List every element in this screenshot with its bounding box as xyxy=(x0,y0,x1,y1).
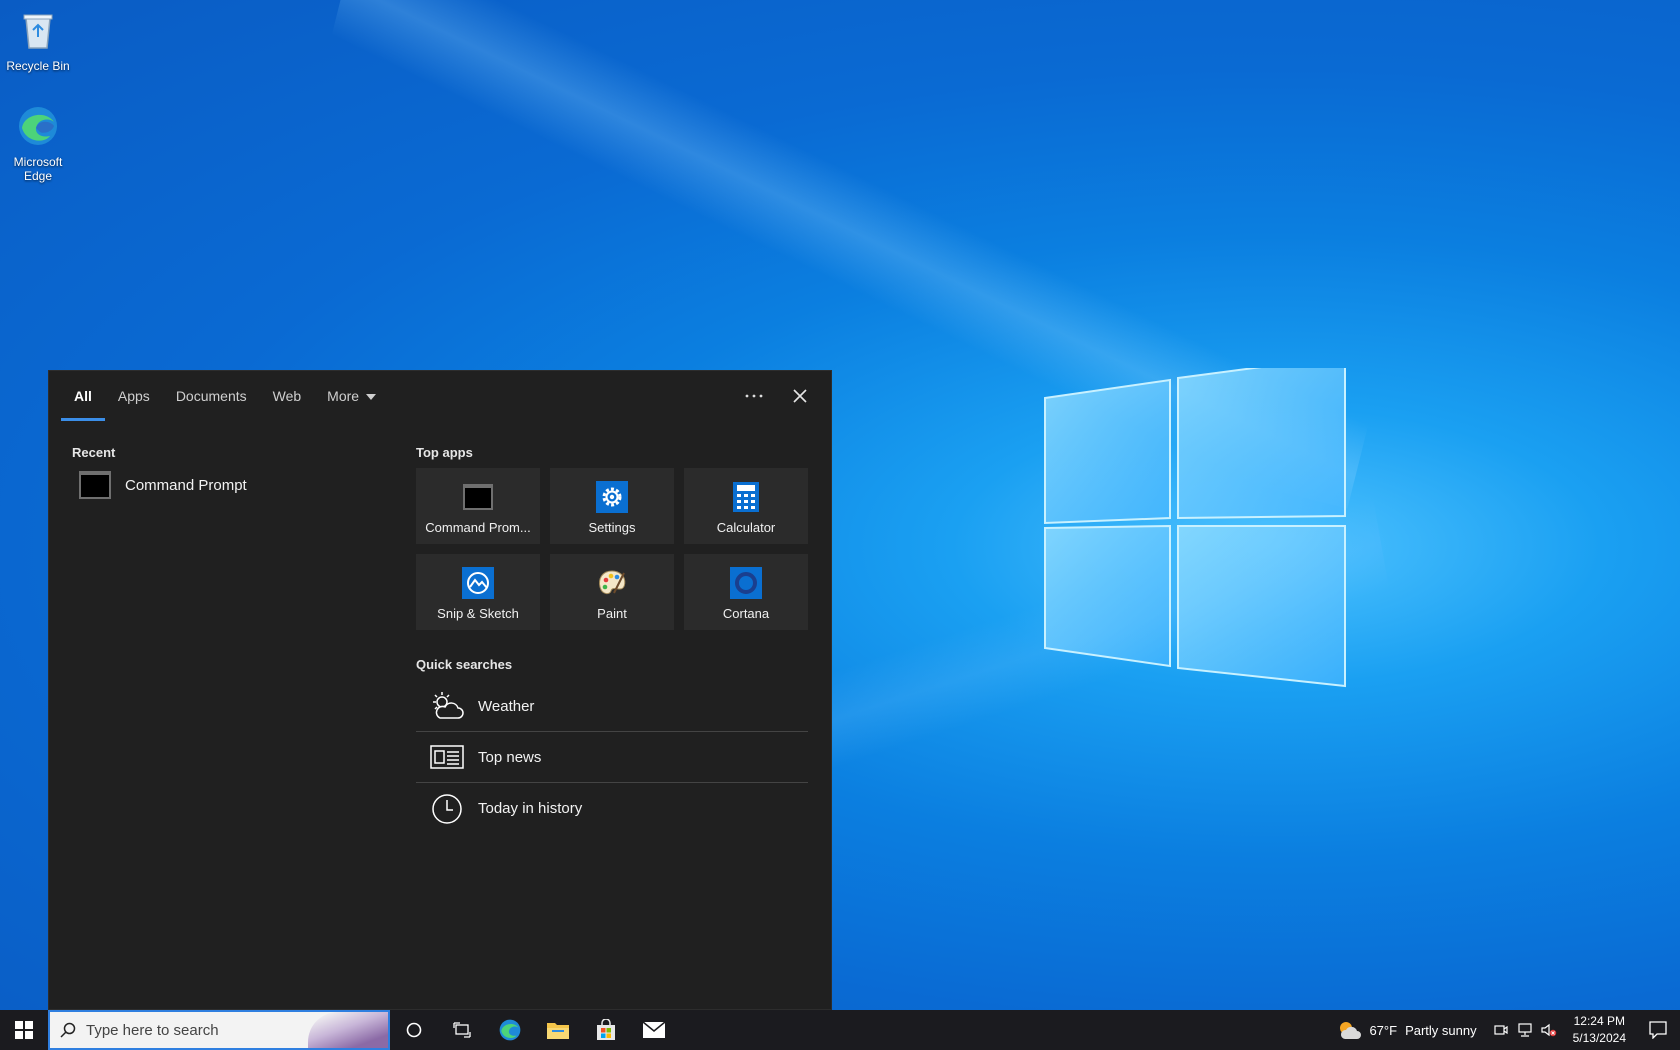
task-view-icon xyxy=(453,1022,471,1038)
weather-cloud-sun-icon xyxy=(433,692,464,719)
windows-logo-wallpaper xyxy=(1044,368,1346,688)
tab-documents[interactable]: Documents xyxy=(163,385,260,421)
close-button[interactable] xyxy=(789,385,811,407)
quick-search-label: Top news xyxy=(478,748,542,766)
cortana-icon xyxy=(730,567,762,599)
quick-search-today-in-history[interactable]: Today in history xyxy=(416,783,808,834)
taskbar-clock[interactable]: 12:24 PM 5/13/2024 xyxy=(1563,1013,1636,1047)
gear-icon xyxy=(596,481,628,513)
quick-searches-list: Weather Top news Today in history xyxy=(416,681,808,834)
tile-label: Snip & Sketch xyxy=(437,606,519,621)
more-options-button[interactable] xyxy=(743,385,765,407)
tab-web[interactable]: Web xyxy=(260,385,315,421)
microsoft-store-icon xyxy=(597,1019,615,1040)
top-app-calculator[interactable]: Calculator xyxy=(684,468,808,544)
search-panel: All Apps Documents Web More Recent Comma… xyxy=(48,370,832,1010)
desktop-icon-label: Recycle Bin xyxy=(6,59,70,73)
recycle-bin-icon xyxy=(23,14,53,49)
cortana-circle-icon xyxy=(406,1022,422,1038)
top-app-command-prompt[interactable]: Command Prom... xyxy=(416,468,540,544)
panel-actions xyxy=(743,385,811,407)
tab-label: More xyxy=(327,388,360,404)
clock-time: 12:24 PM xyxy=(1573,1014,1625,1028)
edge-icon xyxy=(19,107,57,145)
top-app-cortana[interactable]: Cortana xyxy=(684,554,808,630)
tile-label: Cortana xyxy=(722,606,770,621)
taskbar-edge-button[interactable] xyxy=(486,1010,534,1050)
tab-label: Documents xyxy=(175,388,247,404)
tab-label: Web xyxy=(272,388,302,404)
taskbar-store-button[interactable] xyxy=(582,1010,630,1050)
search-highlight-art xyxy=(308,1012,388,1048)
top-apps-grid: Command Prom... Settings Calculator Snip… xyxy=(416,468,808,630)
tray-icons xyxy=(1487,1022,1563,1038)
action-center-button[interactable] xyxy=(1636,1010,1680,1050)
network-icon[interactable] xyxy=(1517,1022,1533,1038)
volume-muted-icon[interactable] xyxy=(1541,1022,1557,1038)
quick-search-weather[interactable]: Weather xyxy=(416,681,808,732)
windows-start-icon xyxy=(15,1021,33,1039)
search-input[interactable] xyxy=(86,1021,306,1039)
system-tray: 67°F Partly sunny 12:24 PM 5/13/2024 xyxy=(1327,1010,1680,1050)
taskbar-file-explorer-button[interactable] xyxy=(534,1010,582,1050)
close-icon xyxy=(793,389,807,403)
weather-condition: Partly sunny xyxy=(1405,1022,1477,1038)
newspaper-icon xyxy=(430,745,464,769)
paint-palette-icon xyxy=(599,570,626,595)
mail-icon xyxy=(642,1021,666,1038)
tab-label: Apps xyxy=(117,388,150,404)
tab-all[interactable]: All xyxy=(61,385,105,421)
tile-label: Calculator xyxy=(716,520,776,535)
desktop-icon-label: Microsoft Edge xyxy=(13,155,63,183)
weather-widget[interactable]: 67°F Partly sunny xyxy=(1327,1020,1486,1040)
tile-label: Command Prom... xyxy=(425,520,531,535)
quick-search-label: Weather xyxy=(478,697,535,715)
meet-now-icon[interactable] xyxy=(1493,1022,1509,1038)
partly-sunny-icon xyxy=(1340,1022,1362,1039)
quick-search-top-news[interactable]: Top news xyxy=(416,732,808,783)
tile-label: Paint xyxy=(597,606,627,621)
cortana-button[interactable] xyxy=(390,1010,438,1050)
taskbar-search-box[interactable] xyxy=(48,1010,390,1050)
command-prompt-icon xyxy=(463,484,493,510)
tile-label: Settings xyxy=(588,520,636,535)
quick-search-label: Today in history xyxy=(478,800,583,817)
recent-item-command-prompt[interactable]: Command Prompt xyxy=(79,465,379,505)
edge-icon xyxy=(499,1019,521,1041)
search-icon xyxy=(60,1022,76,1038)
file-explorer-icon xyxy=(547,1023,569,1039)
tab-apps[interactable]: Apps xyxy=(105,385,163,421)
ellipsis-icon xyxy=(745,394,763,398)
tab-label: All xyxy=(74,388,92,404)
recent-item-label: Command Prompt xyxy=(125,476,247,494)
quick-searches-heading: Quick searches xyxy=(416,657,513,672)
search-tabs: All Apps Documents Web More xyxy=(61,385,389,421)
taskbar-mail-button[interactable] xyxy=(630,1010,678,1050)
snip-sketch-icon xyxy=(462,567,494,599)
top-apps-heading: Top apps xyxy=(416,445,473,460)
desktop-icon-recycle-bin[interactable]: Recycle Bin xyxy=(4,8,72,73)
weather-temperature: 67°F xyxy=(1369,1022,1398,1038)
notification-icon xyxy=(1649,1021,1667,1039)
clock-icon xyxy=(432,793,462,824)
recent-heading: Recent xyxy=(72,445,116,460)
desktop-icon-edge[interactable]: Microsoft Edge xyxy=(4,104,72,183)
top-app-paint[interactable]: Paint xyxy=(550,554,674,630)
top-app-snip-sketch[interactable]: Snip & Sketch xyxy=(416,554,540,630)
calculator-icon xyxy=(733,482,759,512)
task-view-button[interactable] xyxy=(438,1010,486,1050)
command-prompt-icon xyxy=(79,471,111,499)
start-button[interactable] xyxy=(0,1010,48,1050)
clock-date: 5/13/2024 xyxy=(1572,1031,1626,1045)
top-app-settings[interactable]: Settings xyxy=(550,468,674,544)
taskbar: 67°F Partly sunny 12:24 PM 5/13/2024 xyxy=(0,1010,1680,1050)
chevron-down-icon xyxy=(366,394,377,401)
tab-more[interactable]: More xyxy=(314,385,389,421)
